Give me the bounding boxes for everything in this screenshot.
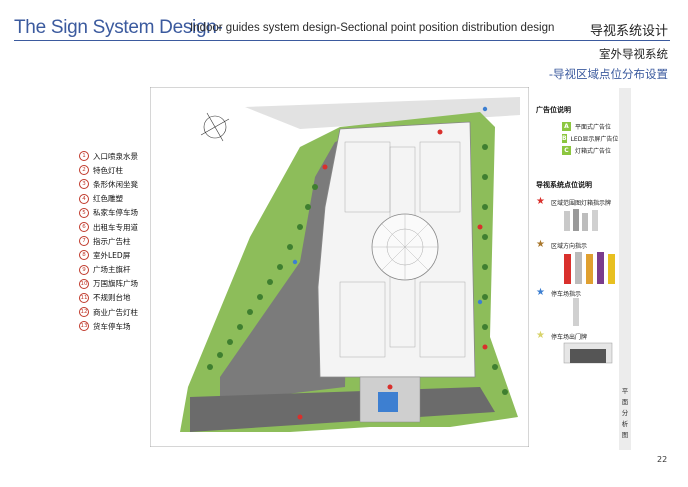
star-icon: ★ [536, 239, 545, 250]
legend-item: 5 私家车停车场 [79, 206, 138, 220]
legend-item: 11 不规则台地 [79, 292, 131, 303]
sign-legend-panel: 广告位说明 A 平面式广告位 B LED显示屏广告位 C 灯箱式广告位 导视系统点位说… [536, 105, 619, 364]
legend-item: 12 商业广告灯柱 [79, 307, 138, 318]
star-icon: ★ [536, 287, 545, 298]
legend-item: 2 特色灯柱 [79, 163, 138, 177]
sign-legend-item: ★ 区域方向指示 [536, 239, 587, 250]
sign-legend-item: ★ 停车场出门牌 [536, 330, 587, 341]
sidebar-label: 平面分析图 [621, 387, 629, 439]
ad-legend-title: 广告位说明 [536, 106, 571, 114]
sign-graphic [564, 209, 598, 231]
sign-graphic [573, 298, 579, 326]
legend-item: 4 红色雕塑 [79, 192, 138, 206]
title-cn: 导视系统设计 [589, 24, 668, 39]
legend-item: 7 指示广告柱 [79, 234, 138, 248]
star-icon: ★ [536, 330, 545, 341]
sign-legend-title: 导视系统点位说明 [536, 181, 592, 189]
legend-item: 13 货车停车场 [79, 321, 131, 332]
sign-graphic [564, 252, 615, 284]
subsection-title: -导视区域点位分布设置 [548, 67, 668, 81]
legend-item: 10 万国旗阵广场 [79, 278, 138, 289]
legend-item: 8 室外LED屏 [79, 248, 138, 262]
ad-legend-item: B LED显示屏广告位 [562, 133, 619, 143]
legend-item: 3 条形休闲坐凳 [79, 177, 138, 191]
feature-legend: 1 入口喷泉水景 2 特色灯柱 3 条形休闲坐凳 4 红色雕塑 5 私家车停车场 6 出租车… [79, 149, 138, 333]
page-number: 22 [657, 455, 668, 464]
header-rule [14, 40, 670, 41]
page-subtitle: Indoor guides system design-Sectional po… [190, 22, 555, 34]
site-plan [150, 87, 529, 447]
legend-item: 6 出租车专用道 [79, 220, 138, 234]
section-title: 室外导视系统 [599, 47, 668, 61]
legend-item: 9 广场主旗杆 [79, 263, 138, 277]
sign-legend-item: ★ 停车场指示 [536, 287, 581, 298]
sign-graphic [563, 342, 613, 364]
ad-legend-item: C 灯箱式广告位 [536, 144, 618, 156]
ad-legend-item: A 平面式广告位 [536, 120, 618, 132]
legend-item: 1 入口喷泉水景 [79, 149, 138, 163]
star-icon: ★ [536, 196, 545, 207]
sign-legend-item: ★ 区域范围图灯箱指示牌 [536, 196, 611, 207]
